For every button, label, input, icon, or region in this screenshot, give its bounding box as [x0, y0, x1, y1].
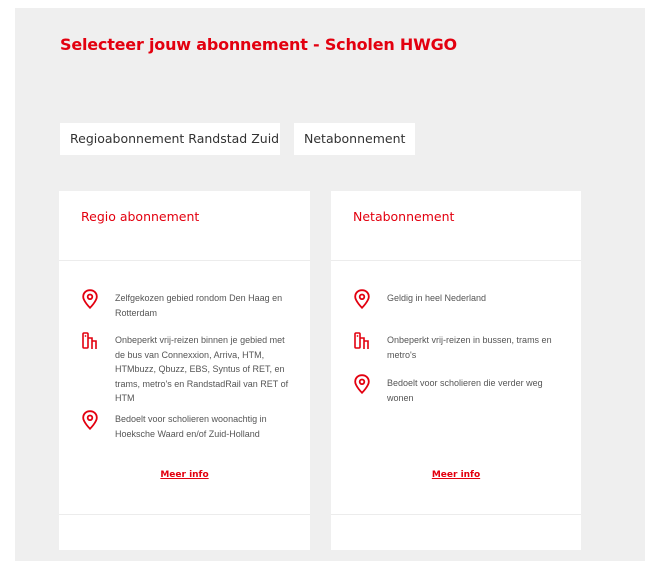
location-pin-icon	[82, 289, 98, 309]
subscription-card-net: Netabonnement Geldig in heel Nederland O…	[331, 191, 581, 550]
meer-info-link[interactable]: Meer info	[59, 470, 310, 480]
feature-text: Geldig in heel Nederland	[387, 293, 487, 303]
transit-route-icon	[354, 332, 369, 349]
card-title: Regio abonnement	[81, 209, 200, 224]
location-pin-icon	[82, 410, 98, 430]
page-title: Selecteer jouw abonnement - Scholen HWGO	[60, 35, 457, 54]
transit-route-icon	[82, 332, 97, 349]
card-footer-divider	[331, 514, 581, 515]
feature-text: Bedoelt voor scholieren woonachtig in Ho…	[115, 414, 267, 439]
feature-text: Zelfgekozen gebied rondom Den Haag en Ro…	[115, 293, 283, 318]
card-header: Regio abonnement	[59, 191, 310, 261]
feature-text: Onbeperkt vrij-reizen binnen je gebied m…	[115, 335, 289, 404]
feature-text: Bedoelt voor scholieren die verder weg w…	[387, 378, 543, 403]
feature-text: Onbeperkt vrij-reizen in bussen, trams e…	[387, 335, 552, 360]
card-header: Netabonnement	[331, 191, 581, 261]
subscription-card-regio: Regio abonnement Zelfgekozen gebied rond…	[59, 191, 310, 550]
card-footer-divider	[59, 514, 310, 515]
tab-regioabonnement[interactable]: Regioabonnement Randstad Zuid	[60, 123, 280, 155]
meer-info-link[interactable]: Meer info	[331, 470, 581, 480]
card-title: Netabonnement	[353, 209, 455, 224]
location-pin-icon	[354, 289, 370, 309]
location-pin-icon	[354, 374, 370, 394]
tab-netabonnement[interactable]: Netabonnement	[294, 123, 415, 155]
